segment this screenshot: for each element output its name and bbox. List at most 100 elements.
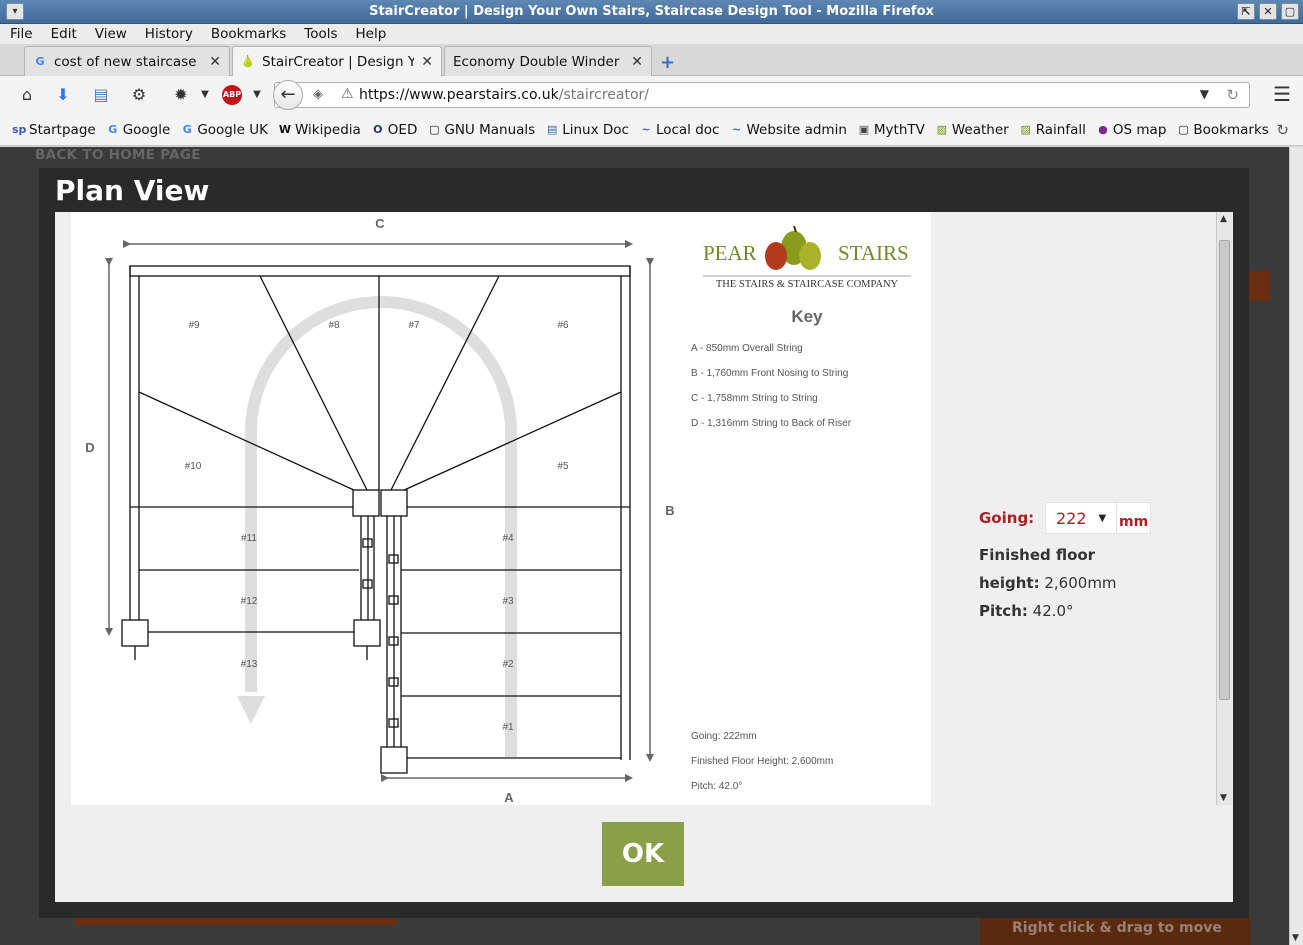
- menu-tools[interactable]: Tools: [302, 26, 339, 42]
- gear-icon[interactable]: ✹: [170, 84, 192, 106]
- newel-post: [380, 489, 408, 517]
- adblock-icon[interactable]: ABP: [222, 85, 242, 105]
- ok-button[interactable]: OK: [602, 822, 684, 886]
- close-tab-icon[interactable]: ✕: [209, 54, 221, 70]
- url-text[interactable]: https://www.pearstairs.co.uk/staircreato…: [359, 87, 649, 103]
- bookmark-wikipedia[interactable]: W Wikipedia: [278, 122, 361, 138]
- warning-icon[interactable]: ⚠: [341, 86, 354, 102]
- back-arrow-icon[interactable]: ←: [273, 80, 303, 110]
- bookmark-os-map[interactable]: ● OS map: [1096, 122, 1166, 138]
- tread-number: #11: [241, 533, 257, 544]
- bookmark-label: OS map: [1112, 121, 1167, 138]
- hamburger-menu-icon[interactable]: ☰: [1273, 84, 1291, 104]
- floor-height-value: 2,600mm: [1044, 574, 1117, 592]
- bookmark-google[interactable]: G Google: [106, 122, 170, 138]
- bookmark-label: Startpage: [29, 121, 96, 138]
- bookmark-bookmarks[interactable]: ▢ Bookmarks: [1176, 122, 1269, 138]
- tread-number: #6: [557, 320, 569, 331]
- summary-floor-height: Finished Floor Height: 2,600mm: [691, 756, 833, 767]
- bookmark-google-uk[interactable]: G Google UK: [180, 122, 268, 138]
- tread-number: #2: [502, 659, 514, 670]
- gear-dropdown-icon[interactable]: ▼: [194, 84, 216, 106]
- menu-history[interactable]: History: [143, 26, 195, 42]
- download-icon[interactable]: ⬇: [52, 84, 74, 106]
- bookmark-weather[interactable]: ▨ Weather: [935, 122, 1009, 138]
- restore-icon[interactable]: ⇱: [1237, 3, 1255, 20]
- extension-icon[interactable]: ⚙: [128, 84, 150, 106]
- page-scrollbar[interactable]: ▼: [1289, 147, 1303, 945]
- scroll-thumb[interactable]: [1219, 240, 1230, 700]
- bookmark-oed[interactable]: O OED: [371, 121, 418, 138]
- menu-edit[interactable]: Edit: [49, 26, 79, 42]
- going-select[interactable]: 222 ▼: [1045, 502, 1117, 534]
- folder-icon: ▢: [429, 123, 440, 136]
- scroll-down-icon[interactable]: ▼: [1292, 933, 1299, 943]
- adblock-dropdown-icon[interactable]: ▼: [246, 84, 268, 106]
- url-bar[interactable]: ← ◈ ⚠ https://www.pearstairs.co.uk/stair…: [273, 80, 1250, 110]
- menu-help[interactable]: Help: [354, 26, 389, 42]
- modal-title: Plan View: [55, 174, 210, 207]
- back-home-link[interactable]: BACK TO HOME PAGE: [35, 147, 201, 163]
- bookmarks-toolbar: sp Startpage G Google G Google UK W Wikipedi…: [0, 114, 1303, 146]
- tread-number: #9: [188, 320, 200, 331]
- url-dropdown-icon[interactable]: ▼: [1200, 87, 1209, 101]
- scroll-down-icon[interactable]: ▼: [1220, 793, 1227, 803]
- reader-icon[interactable]: ▤: [90, 84, 112, 106]
- tread-number: #1: [502, 722, 514, 733]
- startpage-icon: sp: [12, 123, 27, 136]
- menu-file[interactable]: File: [8, 26, 35, 42]
- bookmark-local-doc[interactable]: ~ Local doc: [639, 122, 719, 138]
- folder-icon: ▢: [1178, 123, 1189, 136]
- newel-post: [353, 619, 381, 647]
- newel-post: [380, 746, 408, 774]
- page-accent-bar: [75, 917, 397, 925]
- menu-view[interactable]: View: [93, 26, 129, 42]
- close-tab-icon[interactable]: ✕: [631, 54, 643, 70]
- sync-icon[interactable]: ↻: [1276, 121, 1289, 139]
- window-title: StairCreator | Design Your Own Stairs, S…: [369, 4, 934, 19]
- key-item: C - 1,758mm String to String: [691, 393, 818, 404]
- tab-economy-double-winder[interactable]: Economy Double Winder St ✕: [444, 46, 652, 76]
- key-title: Key: [791, 307, 823, 326]
- window-menu-icon[interactable]: ▾: [6, 3, 24, 20]
- pear-icon: [765, 242, 787, 270]
- dimension-d-label: D: [85, 440, 94, 455]
- tab-staircreator[interactable]: 🍐 StairCreator | Design Your ✕: [232, 46, 442, 77]
- bookmark-gnu-manuals[interactable]: ▢ GNU Manuals: [427, 122, 535, 138]
- pitch-label: Pitch:: [979, 602, 1028, 620]
- tread-number: #12: [241, 596, 258, 607]
- bookmark-rainfall[interactable]: ▨ Rainfall: [1019, 122, 1086, 138]
- newel-post: [121, 619, 149, 647]
- shield-icon: ◈: [313, 87, 323, 102]
- menubar: File Edit View History Bookmarks Tools H…: [0, 24, 1303, 44]
- tread-number: #7: [408, 320, 420, 331]
- reload-icon[interactable]: ↻: [1226, 86, 1239, 104]
- maximize-icon[interactable]: ▢: [1281, 3, 1299, 20]
- bookmark-linux-doc[interactable]: ▤ Linux Doc: [545, 122, 629, 138]
- close-window-icon[interactable]: ✕: [1259, 3, 1277, 20]
- google-icon: G: [35, 54, 45, 68]
- tab-staircase-cost[interactable]: G cost of new staircase in u ✕: [24, 46, 230, 76]
- scroll-up-icon[interactable]: ▲: [1220, 214, 1227, 224]
- menu-bookmarks[interactable]: Bookmarks: [209, 26, 288, 42]
- bookmark-startpage[interactable]: sp Startpage: [12, 122, 96, 138]
- dimension-b-label: B: [665, 503, 674, 518]
- bookmark-website-admin[interactable]: ~ Website admin: [729, 121, 847, 138]
- going-unit: mm: [1117, 502, 1152, 534]
- plan-drawing: C D B A #1 #2 #3 #4 #5 #6 #7 #8 #9 #10 #…: [71, 212, 931, 805]
- pear-icon: [799, 242, 821, 270]
- bookmark-mythtv[interactable]: ▣ MythTV: [857, 122, 925, 138]
- bookmark-label: Website admin: [746, 121, 847, 138]
- walkline-arrowhead: [237, 696, 265, 724]
- url-path: /staircreator/: [558, 87, 650, 103]
- new-tab-icon[interactable]: +: [660, 52, 675, 73]
- summary-going: Going: 222mm: [691, 731, 757, 742]
- close-tab-icon[interactable]: ✕: [421, 54, 433, 70]
- tab-strip: G cost of new staircase in u ✕ 🍐 StairCr…: [0, 44, 1303, 77]
- dimension-a-label: A: [504, 790, 514, 805]
- home-icon[interactable]: ⌂: [16, 84, 38, 106]
- map-icon: ●: [1098, 123, 1108, 136]
- bookmark-label: OED: [387, 121, 418, 138]
- rain-icon: ▨: [1020, 123, 1031, 136]
- weather-icon: ▨: [936, 123, 948, 136]
